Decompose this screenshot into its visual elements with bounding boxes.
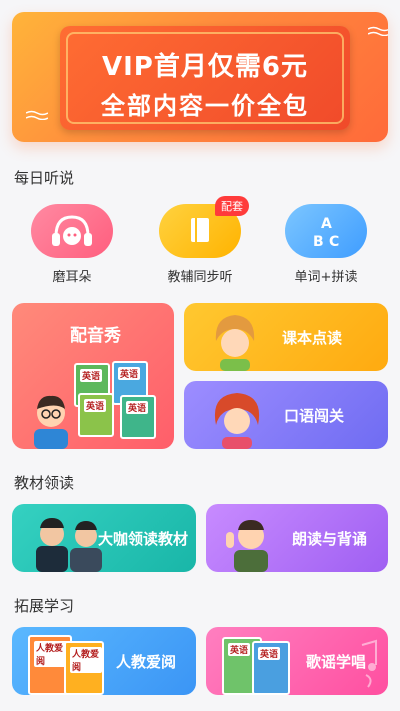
card-label-pep: 人教爱阅 — [116, 653, 177, 671]
headphones-icon — [31, 204, 113, 258]
daily-item-label: 单词+拼读 — [294, 270, 358, 285]
card-label-recite: 朗读与背诵 — [292, 530, 368, 548]
section-title-daily: 每日听说 — [14, 169, 75, 187]
daily-item-words[interactable]: A B C 单词+拼读 — [276, 204, 376, 285]
card-oral-challenge[interactable]: 口语闯关 — [184, 381, 388, 449]
daily-item-mo-er-duo[interactable]: 磨耳朵 — [22, 204, 122, 285]
abc-icon: A B C — [285, 204, 367, 258]
textbook-cover: 英语 — [78, 393, 114, 437]
svg-text:B: B — [313, 234, 324, 250]
vip-promo-banner[interactable]: VIP首月仅需6元 全部内容一价全包 — [12, 12, 388, 142]
red-hair-girl-icon — [214, 393, 260, 449]
boy-character-icon — [34, 395, 68, 449]
card-songs[interactable]: 英语 英语 歌谣学唱 — [206, 627, 388, 695]
card-dubbing-show[interactable]: 配音秀 英语 英语 英语 英语 — [12, 303, 174, 449]
textbook-cover: 英语 — [120, 395, 156, 439]
card-textbook-reading[interactable]: 课本点读 — [184, 303, 388, 371]
card-label-songs: 歌谣学唱 — [306, 653, 367, 671]
svg-text:C: C — [329, 234, 339, 250]
teachers-icon — [36, 518, 102, 572]
card-pep-reading[interactable]: 人教爱阅 人教爱阅 人教爱阅 — [12, 627, 196, 695]
card-label-oral: 口语闯关 — [284, 407, 345, 425]
section-title-textbook: 教材领读 — [14, 474, 75, 492]
card-label-textbook: 课本点读 — [282, 329, 343, 347]
waving-man-icon — [226, 520, 268, 572]
wave-decoration-icon — [26, 110, 48, 120]
card-expert-reading[interactable]: 大咖领读教材 — [12, 504, 196, 572]
section-title-expand: 拓展学习 — [14, 597, 75, 615]
banner-headline: VIP首月仅需6元 — [102, 52, 308, 82]
card-read-recite[interactable]: 朗读与背诵 — [206, 504, 388, 572]
daily-item-jiao-fu[interactable]: 配套 教辅同步听 — [150, 196, 250, 285]
book-cover-pep: 人教爱阅 — [64, 641, 104, 695]
daily-item-label: 教辅同步听 — [167, 270, 233, 285]
svg-text:A: A — [321, 216, 332, 232]
card-label-dubbing: 配音秀 — [70, 326, 121, 346]
textbook-cover: 英语 — [252, 641, 290, 695]
card-label-expert: 大咖领读教材 — [98, 530, 189, 548]
banner-panel: VIP首月仅需6元 全部内容一价全包 — [60, 26, 350, 130]
book-icon: 配套 — [159, 196, 249, 258]
daily-item-label: 磨耳朵 — [52, 270, 92, 285]
banner-subline: 全部内容一价全包 — [101, 92, 309, 120]
girl-character-icon — [215, 315, 255, 371]
wave-decoration-icon — [368, 26, 388, 36]
badge-peitao: 配套 — [215, 196, 249, 216]
